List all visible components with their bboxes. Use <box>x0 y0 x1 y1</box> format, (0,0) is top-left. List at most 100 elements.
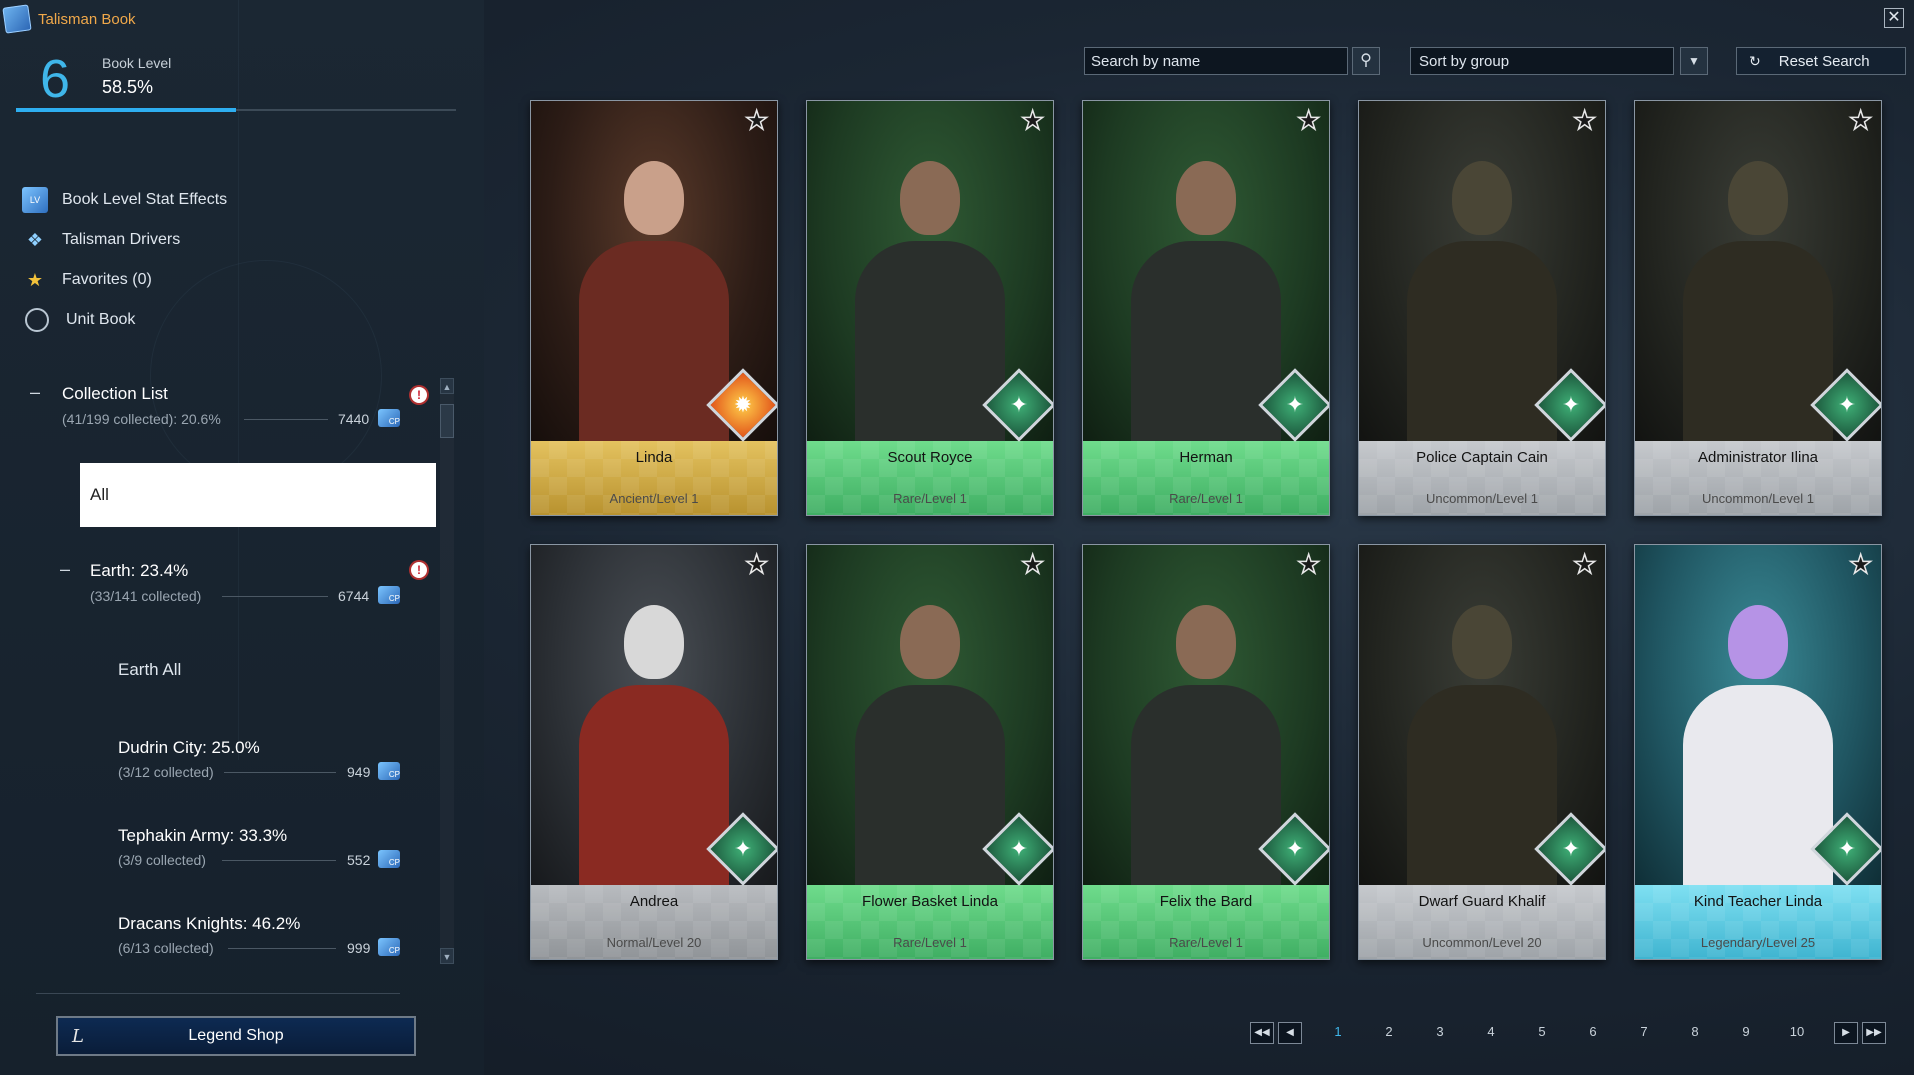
card-rank: Rare/Level 1 <box>1169 491 1243 506</box>
card-rank: Rare/Level 1 <box>1169 935 1243 950</box>
emblem-glyph: ✦ <box>1561 392 1581 417</box>
sort-dropdown-button[interactable]: ▼ <box>1680 47 1708 75</box>
favorite-star-icon[interactable]: ★ <box>1848 106 1873 134</box>
talisman-card[interactable]: ★ ✦ Kind Teacher Linda Legendary/Level 25 <box>1634 544 1882 960</box>
legend-shop-button[interactable]: L Legend Shop <box>56 1016 416 1056</box>
page-number[interactable]: 10 <box>1782 1024 1812 1039</box>
page-number[interactable]: 4 <box>1476 1024 1506 1039</box>
page-number[interactable]: 3 <box>1425 1024 1455 1039</box>
page-number[interactable]: 1 <box>1323 1024 1353 1039</box>
group-cp: 949 <box>347 764 371 780</box>
menu-item-talisman-drivers[interactable]: ❖ Talisman Drivers <box>22 226 180 254</box>
favorite-star-icon[interactable]: ★ <box>1572 550 1597 578</box>
menu-item-label: Talisman Drivers <box>62 231 181 248</box>
collapse-icon[interactable]: – <box>30 382 40 403</box>
sidebar: Talisman Book 6 Book Level 58.5% LV Book… <box>0 0 484 1075</box>
silhouette-body <box>579 241 729 441</box>
favorite-star-icon[interactable]: ★ <box>1020 550 1045 578</box>
last-page-button[interactable]: ▶▶ <box>1862 1022 1886 1044</box>
silhouette-body <box>855 685 1005 885</box>
page-number[interactable]: 8 <box>1680 1024 1710 1039</box>
card-rank: Ancient/Level 1 <box>609 491 699 506</box>
favorite-star-icon[interactable]: ★ <box>744 106 769 134</box>
prev-page-button[interactable]: ◀ <box>1278 1022 1302 1044</box>
talisman-card[interactable]: ★ ✦ Felix the Bard Rare/Level 1 <box>1082 544 1330 960</box>
earth-collapse-icon[interactable]: – <box>60 559 70 580</box>
silhouette-head <box>1452 161 1512 235</box>
page-number[interactable]: 9 <box>1731 1024 1761 1039</box>
favorite-star-icon[interactable]: ★ <box>744 550 769 578</box>
chevron-down-icon: ▼ <box>1688 54 1700 68</box>
card-info-panel: Administrator Ilina Uncommon/Level 1 <box>1635 441 1881 515</box>
scrollbar-thumb[interactable] <box>440 404 454 438</box>
alert-icon: ! <box>411 562 427 578</box>
filter-all[interactable]: All <box>80 463 436 527</box>
filter-all-label: All <box>90 485 109 504</box>
card-info-panel: Herman Rare/Level 1 <box>1083 441 1329 515</box>
group-tephakin-army-title[interactable]: Tephakin Army: 33.3% <box>118 826 287 846</box>
emblem-glyph: ✦ <box>1009 836 1029 861</box>
scrollbar-track[interactable] <box>440 378 454 960</box>
talisman-card[interactable]: ★ ✦ Scout Royce Rare/Level 1 <box>806 100 1054 516</box>
group-dudrin-city-title[interactable]: Dudrin City: 25.0% <box>118 738 260 758</box>
talisman-card[interactable]: ★ ✦ Andrea Normal/Level 20 <box>530 544 778 960</box>
first-page-button[interactable]: ◀◀ <box>1250 1022 1274 1044</box>
book-level-label: Book Level <box>102 55 172 71</box>
silhouette-body <box>1131 685 1281 885</box>
emblem-glyph: ✦ <box>1009 392 1029 417</box>
close-button[interactable]: ✕ <box>1884 8 1904 28</box>
book-level-percent: 58.5% <box>102 77 154 97</box>
search-icon: ⚲ <box>1360 52 1372 69</box>
silhouette-body <box>1407 685 1557 885</box>
silhouette-head <box>1728 161 1788 235</box>
talisman-card[interactable]: ★ ✦ Dwarf Guard Khalif Uncommon/Level 20 <box>1358 544 1606 960</box>
card-name: Linda <box>635 449 673 466</box>
talisman-card[interactable]: ★ ✦ Administrator Ilina Uncommon/Level 1 <box>1634 100 1882 516</box>
earth-title[interactable]: Earth: 23.4% <box>90 561 188 581</box>
reset-search-button[interactable]: ↻ Reset Search <box>1736 47 1906 75</box>
talisman-card[interactable]: ★ ✦ Flower Basket Linda Rare/Level 1 <box>806 544 1054 960</box>
card-name: Administrator Ilina <box>1697 449 1819 466</box>
emblem-glyph: ✦ <box>1285 836 1305 861</box>
favorite-star-icon[interactable]: ★ <box>1848 550 1873 578</box>
favorite-star-icon[interactable]: ★ <box>1296 550 1321 578</box>
card-info-panel: Dwarf Guard Khalif Uncommon/Level 20 <box>1359 885 1605 959</box>
character-silhouette <box>1407 585 1557 885</box>
character-silhouette <box>855 141 1005 441</box>
talisman-card[interactable]: ★ ✦ Herman Rare/Level 1 <box>1082 100 1330 516</box>
refresh-icon: ↻ <box>1749 52 1761 69</box>
menu-item-label: Favorites (0) <box>62 271 152 288</box>
page-number[interactable]: 7 <box>1629 1024 1659 1039</box>
talisman-card[interactable]: ★ ✦ Police Captain Cain Uncommon/Level 1 <box>1358 100 1606 516</box>
page-number[interactable]: 6 <box>1578 1024 1608 1039</box>
favorite-star-icon[interactable]: ★ <box>1296 106 1321 134</box>
menu-item-unit-book[interactable]: Unit Book <box>22 306 135 334</box>
scroll-down-button[interactable]: ▼ <box>440 948 454 964</box>
earth-summary: (33/141 collected) <box>90 588 202 604</box>
search-button[interactable]: ⚲ <box>1352 47 1380 75</box>
menu-item-book-level-stat-effects[interactable]: LV Book Level Stat Effects <box>22 186 227 214</box>
page-number[interactable]: 2 <box>1374 1024 1404 1039</box>
favorite-star-icon[interactable]: ★ <box>1572 106 1597 134</box>
separator-line <box>222 860 336 861</box>
book-level-number: 6 <box>40 49 71 109</box>
favorite-star-icon[interactable]: ★ <box>1020 106 1045 134</box>
page-number[interactable]: 5 <box>1527 1024 1557 1039</box>
scroll-up-button[interactable]: ▲ <box>440 378 454 394</box>
silhouette-body <box>855 241 1005 441</box>
search-input[interactable] <box>1084 47 1348 75</box>
filter-earth-all[interactable]: Earth All <box>118 660 181 680</box>
card-rank: Uncommon/Level 1 <box>1702 491 1814 506</box>
talisman-card[interactable]: ★ ✹ Linda Ancient/Level 1 <box>530 100 778 516</box>
character-silhouette <box>1683 585 1833 885</box>
card-info-panel: Police Captain Cain Uncommon/Level 1 <box>1359 441 1605 515</box>
cp-icon: CP <box>378 850 400 868</box>
star-icon: ★ <box>26 269 44 290</box>
title-bar: Talisman Book <box>0 0 484 38</box>
sort-select[interactable]: Sort by group <box>1410 47 1674 75</box>
next-page-button[interactable]: ▶ <box>1834 1022 1858 1044</box>
emblem-glyph: ✦ <box>733 836 753 861</box>
card-name: Andrea <box>629 893 679 910</box>
group-dracans-knights-title[interactable]: Dracans Knights: 46.2% <box>118 914 300 934</box>
menu-item-favorites[interactable]: ★ Favorites (0) <box>22 266 152 294</box>
